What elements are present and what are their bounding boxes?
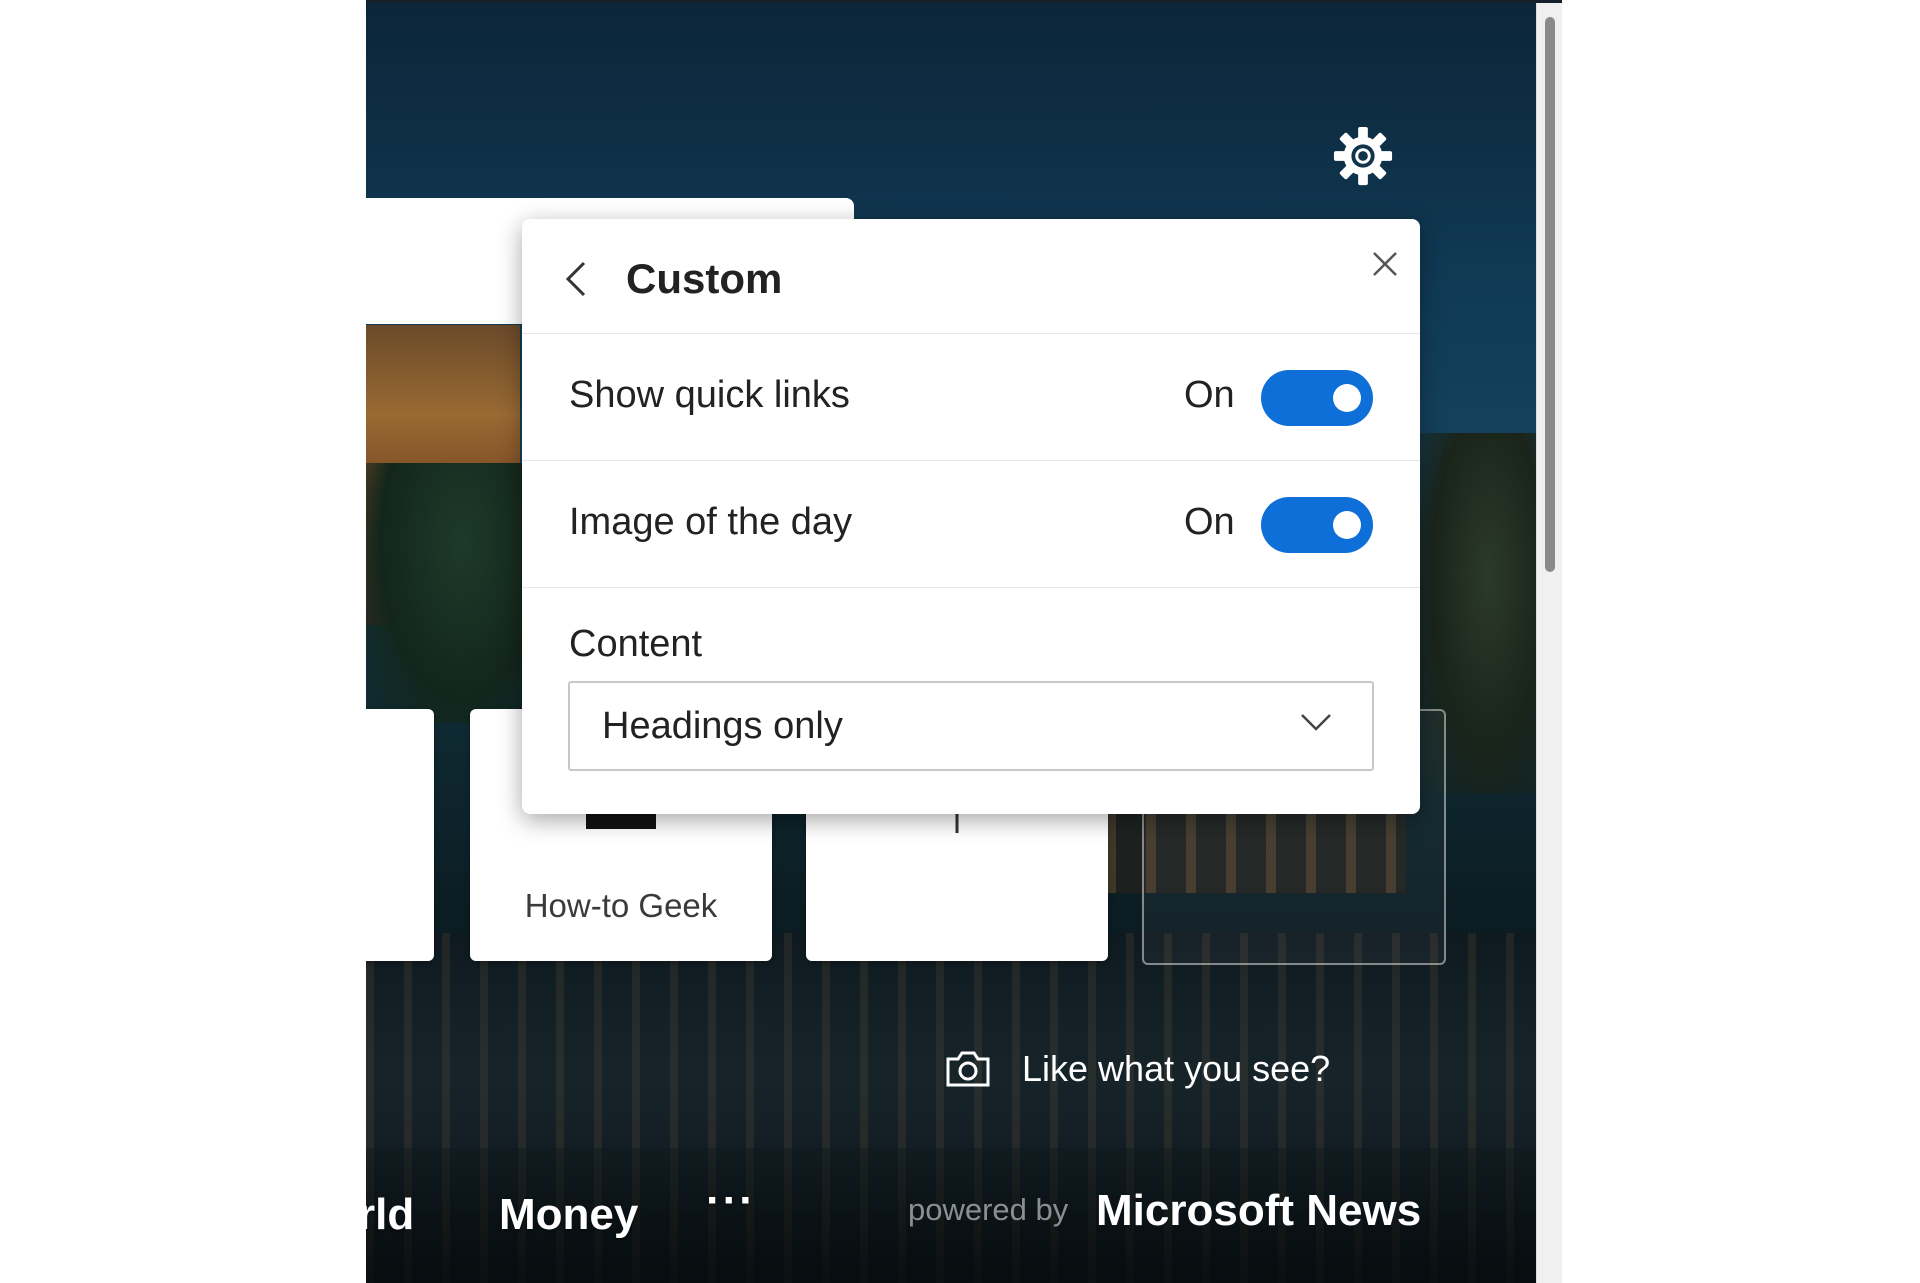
settings-gear-icon[interactable]: [1332, 125, 1394, 187]
like-what-you-see-link[interactable]: Like what you see?: [944, 1041, 1330, 1097]
show-quick-links-toggle[interactable]: [1261, 370, 1373, 426]
newtab-page: How-to Geek Like what you see? rld Money…: [366, 0, 1562, 1283]
background-trees: [366, 463, 526, 723]
scrollbar[interactable]: [1536, 3, 1562, 1283]
quick-link-tile[interactable]: [366, 709, 434, 961]
toggle-knob: [1333, 511, 1361, 539]
setting-label: Image of the day: [569, 501, 853, 543]
more-menu-icon[interactable]: ···: [706, 1176, 756, 1226]
close-icon[interactable]: [1370, 249, 1400, 279]
content-selected-value: Headings only: [602, 705, 843, 747]
content-label: Content: [569, 623, 703, 665]
setting-row-show-quick-links: Show quick links On: [522, 334, 1420, 461]
content-dropdown[interactable]: Headings only: [568, 681, 1374, 771]
like-prompt-text: Like what you see?: [1022, 1048, 1331, 1089]
microsoft-news-brand: Microsoft News: [1096, 1186, 1422, 1235]
toggle-state-text: On: [1184, 374, 1235, 416]
powered-by-label: powered by: [908, 1192, 1069, 1227]
quick-link-label: How-to Geek: [524, 887, 718, 924]
toggle-knob: [1333, 384, 1361, 412]
page-settings-panel: Custom Show quick links On Image of the …: [522, 219, 1420, 814]
toggle-state-text: On: [1184, 501, 1235, 543]
nav-item-world[interactable]: rld: [366, 1190, 414, 1240]
panel-header: Custom: [522, 219, 1420, 334]
panel-title: Custom: [626, 255, 783, 302]
image-of-the-day-toggle[interactable]: [1261, 497, 1373, 553]
news-nav-bar: rld Money ··· powered by Microsoft News: [366, 1148, 1536, 1283]
setting-label: Show quick links: [569, 374, 850, 416]
back-arrow-icon[interactable]: [562, 259, 590, 299]
nav-item-money[interactable]: Money: [499, 1190, 638, 1240]
scrollbar-thumb[interactable]: [1545, 17, 1555, 572]
camera-icon: [946, 1051, 990, 1087]
setting-row-image-of-the-day: Image of the day On: [522, 461, 1420, 588]
chevron-down-icon: [1301, 714, 1331, 731]
